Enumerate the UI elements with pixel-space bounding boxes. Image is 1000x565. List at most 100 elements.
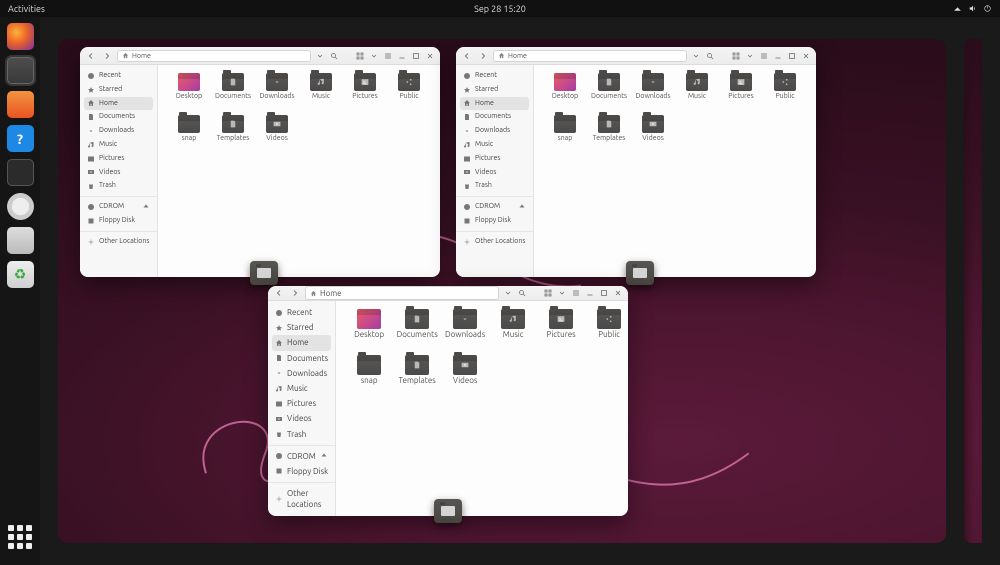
folder-music[interactable]: Music [302,73,340,111]
dock-app-drive[interactable] [7,227,34,254]
sidebar-item-starred[interactable]: Starred [80,83,157,97]
sidebar-item-trash[interactable]: Trash [80,179,157,193]
sidebar-item-documents[interactable]: Documents [456,110,533,124]
view-grid-button[interactable] [731,51,741,61]
nav-forward-button[interactable] [101,50,113,62]
eject-icon[interactable] [320,452,328,460]
sidebar-item-other[interactable]: Other Locations [268,486,335,512]
path-dropdown-button[interactable] [503,288,513,298]
folder-snap[interactable]: snap [170,115,208,153]
clock[interactable]: Sep 28 15:20 [128,4,872,14]
path-bar[interactable]: Home [117,50,311,62]
sidebar-item-home[interactable]: Home [272,335,331,350]
window-app-icon-1[interactable] [250,261,278,285]
folder-desktop[interactable]: Desktop [348,309,390,351]
dock-app-terminal[interactable] [7,159,34,186]
sidebar-item-starred[interactable]: Starred [456,83,533,97]
folder-music[interactable]: Music [678,73,716,111]
view-dropdown-button[interactable] [557,288,567,298]
folder-downloads[interactable]: Downloads [634,73,672,111]
workspace-next[interactable] [964,39,982,543]
sidebar-item-cdrom[interactable]: CDROM [80,200,157,214]
files-window-2[interactable]: HomeRecentStarredHomeDocumentsDownloadsM… [456,47,816,277]
nav-forward-button[interactable] [477,50,489,62]
sidebar-item-other[interactable]: Other Locations [456,235,533,249]
sidebar-item-videos[interactable]: Videos [80,166,157,180]
system-tray[interactable] [872,4,992,13]
window-titlebar[interactable]: Home [268,286,628,301]
sidebar-item-trash[interactable]: Trash [456,179,533,193]
folder-public[interactable]: Public [390,73,428,111]
sidebar-item-videos[interactable]: Videos [268,411,335,426]
folder-desktop[interactable]: Desktop [546,73,584,111]
files-window-3[interactable]: HomeRecentStarredHomeDocumentsDownloadsM… [268,286,628,516]
folder-templates[interactable]: Templates [396,355,438,397]
close-button[interactable] [613,288,623,298]
sidebar-item-recent[interactable]: Recent [268,305,335,320]
folder-pictures[interactable]: Pictures [722,73,760,111]
sidebar-item-cdrom[interactable]: CDROM [268,449,335,464]
window-titlebar[interactable]: Home [80,47,440,65]
folder-snap[interactable]: snap [546,115,584,153]
path-dropdown-button[interactable] [691,51,701,61]
maximize-button[interactable] [599,288,609,298]
folder-videos[interactable]: Videos [634,115,672,153]
folder-videos[interactable]: Videos [258,115,296,153]
view-dropdown-button[interactable] [369,51,379,61]
sidebar-item-home[interactable]: Home [460,97,529,111]
minimize-button[interactable] [773,51,783,61]
dock-app-firefox[interactable] [7,23,34,50]
folder-downloads[interactable]: Downloads [258,73,296,111]
sidebar-item-downloads[interactable]: Downloads [80,124,157,138]
folder-documents[interactable]: Documents [590,73,628,111]
folder-public[interactable]: Public [588,309,628,351]
sidebar-item-other[interactable]: Other Locations [80,235,157,249]
folder-public[interactable]: Public [766,73,804,111]
folder-snap[interactable]: snap [348,355,390,397]
path-bar[interactable]: Home [305,286,499,300]
sidebar-item-pictures[interactable]: Pictures [456,152,533,166]
sidebar-item-floppy[interactable]: Floppy Disk [80,214,157,228]
folder-templates[interactable]: Templates [214,115,252,153]
search-button[interactable] [705,51,715,61]
maximize-button[interactable] [787,51,797,61]
minimize-button[interactable] [585,288,595,298]
sidebar-item-starred[interactable]: Starred [268,320,335,335]
folder-pictures[interactable]: Pictures [346,73,384,111]
sidebar-item-cdrom[interactable]: CDROM [456,200,533,214]
view-grid-button[interactable] [543,288,553,298]
maximize-button[interactable] [411,51,421,61]
folder-music[interactable]: Music [492,309,534,351]
nav-back-button[interactable] [273,287,285,299]
sidebar-item-trash[interactable]: Trash [268,427,335,442]
sidebar-item-recent[interactable]: Recent [456,69,533,83]
hamburger-menu-button[interactable] [759,51,769,61]
close-button[interactable] [801,51,811,61]
path-bar[interactable]: Home [493,50,687,62]
hamburger-menu-button[interactable] [571,288,581,298]
sidebar-item-music[interactable]: Music [268,381,335,396]
dock-app-disk[interactable] [7,193,34,220]
nav-back-button[interactable] [461,50,473,62]
dock-app-files[interactable] [7,57,34,84]
folder-videos[interactable]: Videos [444,355,486,397]
eject-icon[interactable] [518,203,526,211]
sidebar-item-videos[interactable]: Videos [456,166,533,180]
files-grid[interactable]: DesktopDocumentsDownloadsMusicPicturesPu… [158,65,440,277]
search-button[interactable] [329,51,339,61]
sidebar-item-floppy[interactable]: Floppy Disk [456,214,533,228]
folder-documents[interactable]: Documents [396,309,438,351]
folder-documents[interactable]: Documents [214,73,252,111]
window-app-icon-3[interactable] [434,499,462,523]
sidebar-item-pictures[interactable]: Pictures [268,396,335,411]
sidebar-item-downloads[interactable]: Downloads [268,366,335,381]
sidebar-item-floppy[interactable]: Floppy Disk [268,464,335,479]
search-button[interactable] [517,288,527,298]
folder-pictures[interactable]: Pictures [540,309,582,351]
path-dropdown-button[interactable] [315,51,325,61]
sidebar-item-home[interactable]: Home [84,97,153,111]
sidebar-item-documents[interactable]: Documents [268,351,335,366]
window-titlebar[interactable]: Home [456,47,816,65]
sidebar-item-documents[interactable]: Documents [80,110,157,124]
hamburger-menu-button[interactable] [383,51,393,61]
